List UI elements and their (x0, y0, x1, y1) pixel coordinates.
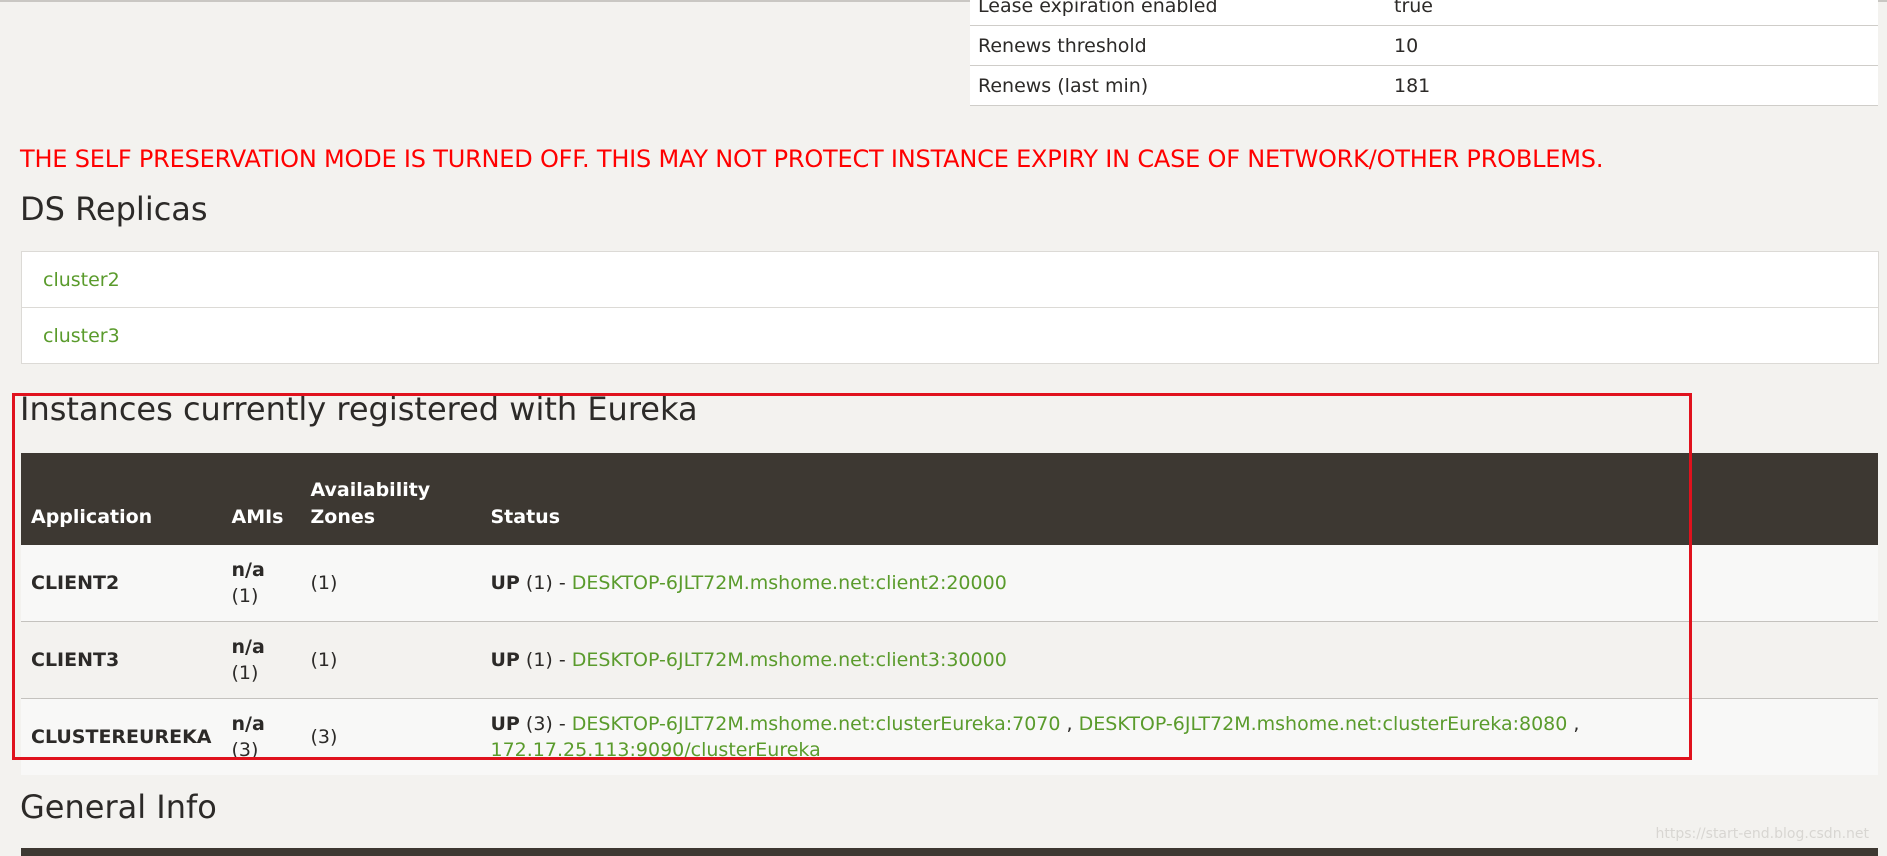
table-row: Renews threshold 10 (970, 25, 1878, 66)
table-row: Renews (last min) 181 (970, 65, 1878, 106)
ds-replicas-list: cluster2 cluster3 (21, 251, 1879, 364)
list-item: cluster2 (22, 252, 1878, 308)
lease-key: Lease expiration enabled (970, 0, 1386, 26)
ds-replicas-title: DS Replicas (20, 190, 208, 228)
lease-value: 10 (1386, 25, 1878, 66)
eureka-dashboard-page: Lease expiration enabled true Renews thr… (0, 0, 1887, 856)
self-preservation-warning: THE SELF PRESERVATION MODE IS TURNED OFF… (20, 145, 1604, 173)
lease-value: 181 (1386, 65, 1878, 106)
lease-info-table: Lease expiration enabled true Renews thr… (970, 0, 1878, 106)
table-row: Lease expiration enabled true (970, 0, 1878, 26)
general-info-title: General Info (20, 788, 217, 826)
general-info-table-header (21, 848, 1878, 856)
lease-value: true (1386, 0, 1878, 26)
replica-link-cluster2[interactable]: cluster2 (43, 269, 120, 291)
watermark: https://start-end.blog.csdn.net (1655, 826, 1869, 842)
lease-key: Renews threshold (970, 25, 1386, 66)
replica-link-cluster3[interactable]: cluster3 (43, 325, 120, 347)
red-highlight-annotation (12, 393, 1692, 760)
lease-key: Renews (last min) (970, 65, 1386, 106)
list-item: cluster3 (22, 308, 1878, 363)
